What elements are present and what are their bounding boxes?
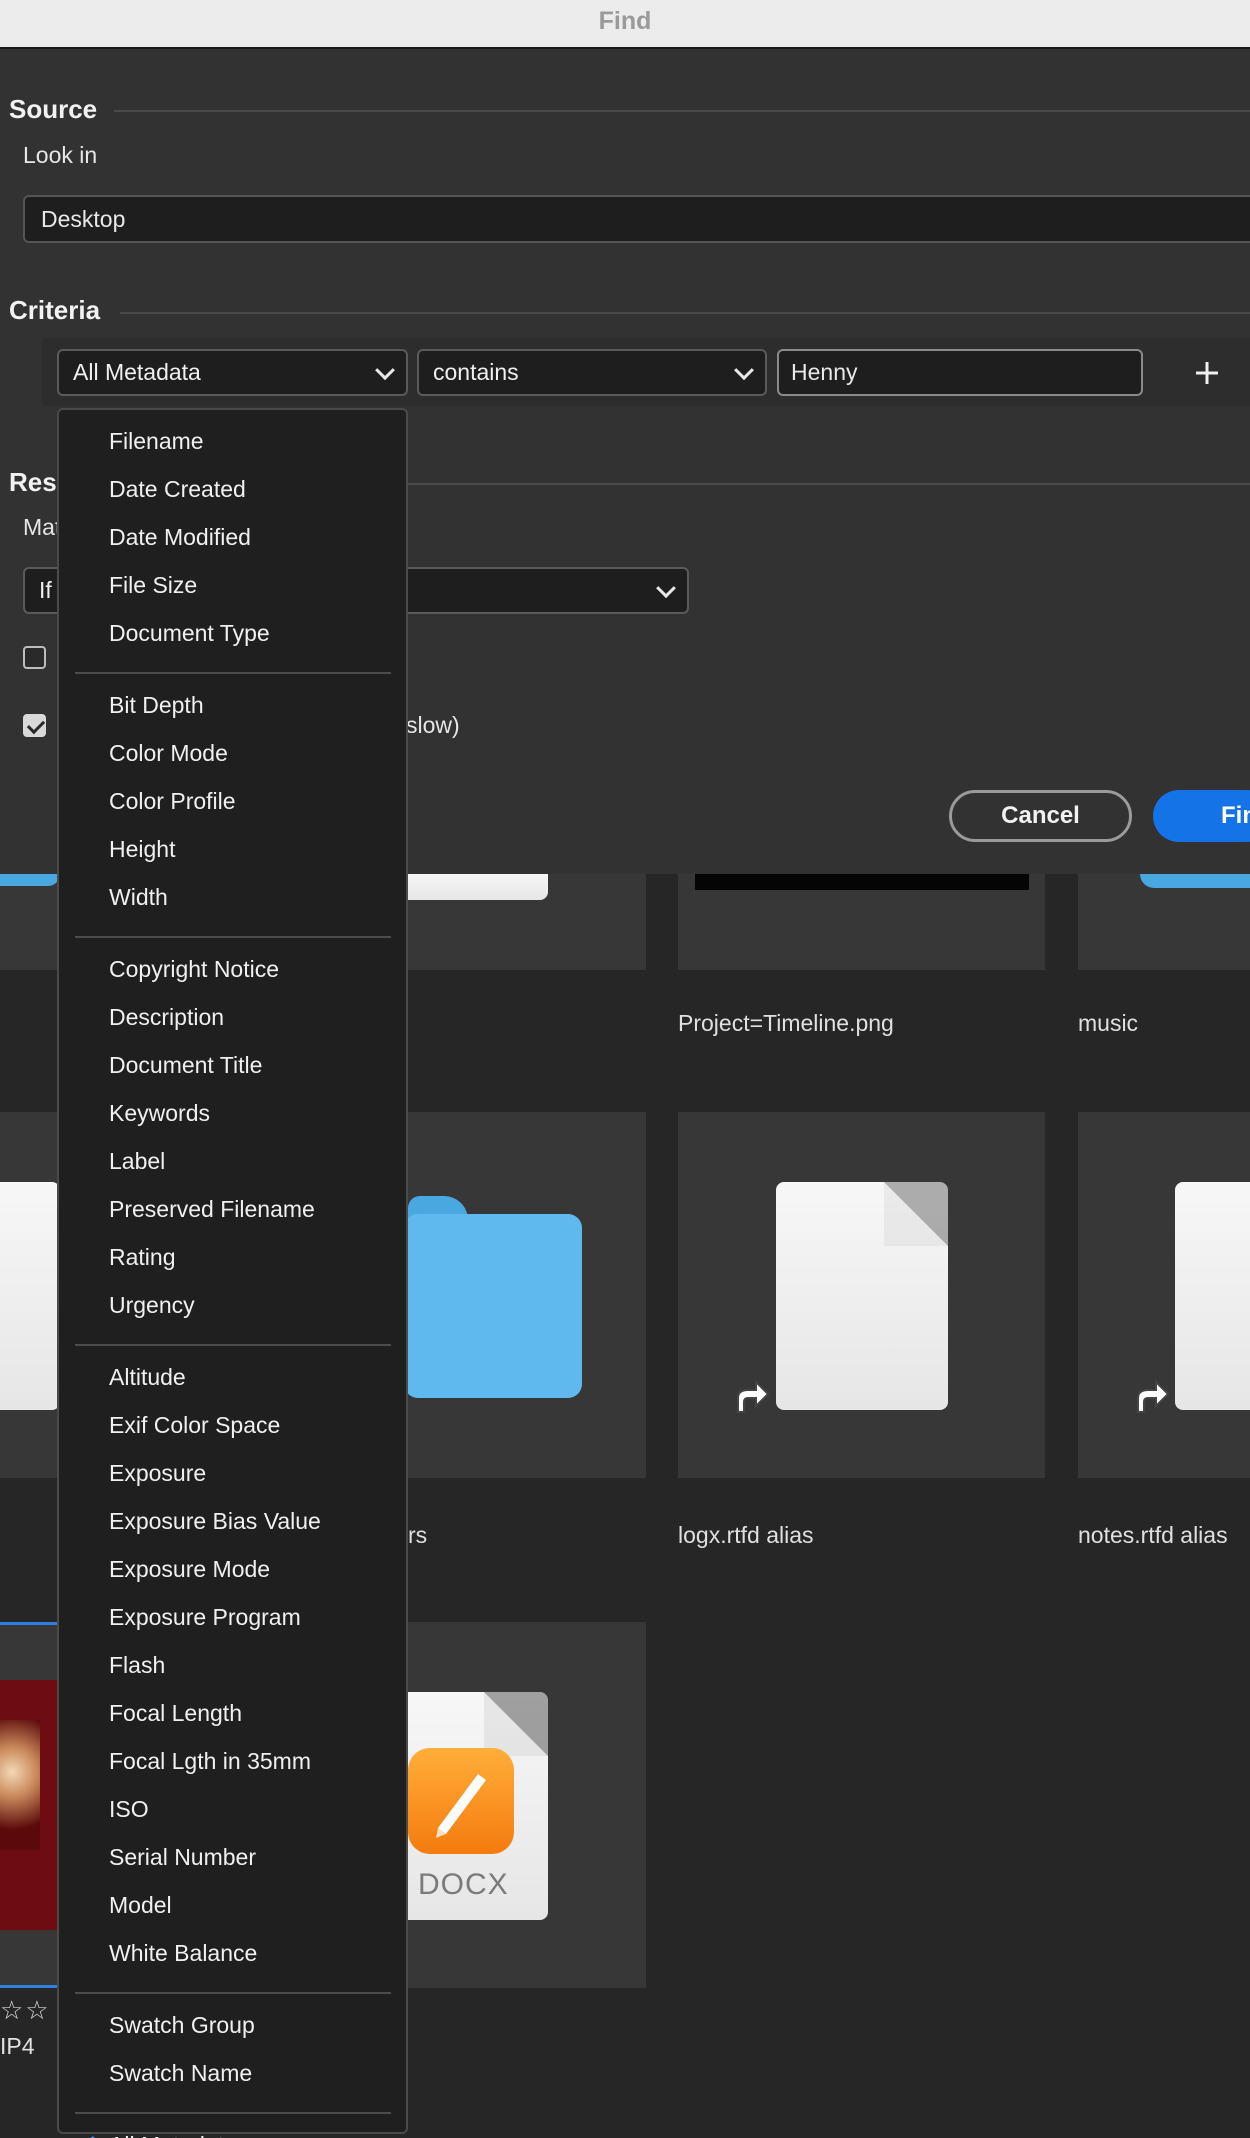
file-label[interactable]: logx.rtfd alias xyxy=(678,1522,814,1549)
menu-item-preserved-filename[interactable]: Preserved Filename xyxy=(109,1196,315,1223)
page-fold xyxy=(484,1692,548,1756)
folder-thumbnail xyxy=(1140,874,1250,888)
include-non-indexed-checkbox[interactable] xyxy=(23,714,46,737)
match-select-value: If xyxy=(39,577,52,603)
menu-separator xyxy=(75,1344,391,1346)
menu-item-model[interactable]: Model xyxy=(109,1892,172,1919)
menu-item-white-balance[interactable]: White Balance xyxy=(109,1940,257,1967)
plus-icon[interactable] xyxy=(1194,360,1220,386)
results-divider xyxy=(408,483,1250,485)
source-heading: Source xyxy=(9,94,98,124)
source-divider xyxy=(114,110,1250,112)
criteria-field-select[interactable]: All Metadata xyxy=(57,349,408,396)
video-thumbnail xyxy=(0,1680,60,1930)
menu-item-document-title[interactable]: Document Title xyxy=(109,1052,262,1079)
criteria-text-input[interactable]: Henny xyxy=(777,349,1143,396)
docx-badge: DOCX xyxy=(418,1868,509,1901)
chevron-down-icon xyxy=(375,359,395,380)
menu-item-all-metadata[interactable]: All Metadata xyxy=(109,2132,237,2138)
look-in-label: Look in xyxy=(23,142,98,168)
chevron-down-icon xyxy=(656,577,676,598)
menu-item-keywords[interactable]: Keywords xyxy=(109,1100,210,1127)
menu-item-file-size[interactable]: File Size xyxy=(109,572,197,599)
look-in-select[interactable]: Desktop xyxy=(23,195,1250,243)
document-thumbnail xyxy=(400,874,548,900)
menu-item-width[interactable]: Width xyxy=(109,884,168,911)
criteria-divider xyxy=(120,312,1250,314)
criteria-text-value: Henny xyxy=(791,359,858,385)
menu-item-exposure-bias-value[interactable]: Exposure Bias Value xyxy=(109,1508,321,1535)
menu-item-bit-depth[interactable]: Bit Depth xyxy=(109,692,204,719)
menu-item-color-mode[interactable]: Color Mode xyxy=(109,740,228,767)
dialog-titlebar: Find xyxy=(0,0,1250,49)
criteria-heading: Criteria xyxy=(9,295,101,325)
page-fold xyxy=(884,1182,948,1246)
menu-item-altitude[interactable]: Altitude xyxy=(109,1364,186,1391)
folder-thumbnail xyxy=(0,874,60,886)
menu-item-iso[interactable]: ISO xyxy=(109,1796,149,1823)
menu-item-document-type[interactable]: Document Type xyxy=(109,620,270,647)
dialog-title: Find xyxy=(598,7,652,35)
pages-app-icon xyxy=(408,1748,514,1854)
file-label[interactable]: music xyxy=(1078,1010,1138,1037)
menu-item-exposure-program[interactable]: Exposure Program xyxy=(109,1604,301,1631)
include-subfolders-checkbox[interactable] xyxy=(23,646,46,669)
include-non-indexed-label: slow) xyxy=(406,712,460,738)
image-thumbnail xyxy=(695,874,1029,890)
menu-item-flash[interactable]: Flash xyxy=(109,1652,165,1679)
menu-separator xyxy=(75,936,391,938)
menu-separator xyxy=(75,2112,391,2114)
menu-item-swatch-name[interactable]: Swatch Name xyxy=(109,2060,252,2087)
rating-stars[interactable]: ☆☆ xyxy=(0,1995,51,2026)
menu-item-rating[interactable]: Rating xyxy=(109,1244,175,1271)
criteria-operator-value: contains xyxy=(433,359,519,385)
alias-arrow-icon xyxy=(1137,1379,1170,1413)
menu-item-color-profile[interactable]: Color Profile xyxy=(109,788,236,815)
chevron-down-icon xyxy=(734,359,754,380)
menu-item-date-created[interactable]: Date Created xyxy=(109,476,246,503)
menu-item-copyright-notice[interactable]: Copyright Notice xyxy=(109,956,279,983)
menu-separator xyxy=(75,672,391,674)
menu-item-label[interactable]: Label xyxy=(109,1148,165,1175)
file-label[interactable]: Project=Timeline.png xyxy=(678,1010,894,1037)
menu-item-height[interactable]: Height xyxy=(109,836,175,863)
match-label: Mat xyxy=(23,514,62,540)
menu-item-urgency[interactable]: Urgency xyxy=(109,1292,195,1319)
menu-item-focal-length[interactable]: Focal Length xyxy=(109,1700,242,1727)
criteria-operator-select[interactable]: contains xyxy=(417,349,767,396)
menu-separator xyxy=(75,1992,391,1994)
menu-item-serial-number[interactable]: Serial Number xyxy=(109,1844,256,1871)
menu-item-exposure[interactable]: Exposure xyxy=(109,1460,206,1487)
document-icon xyxy=(1175,1182,1250,1410)
menu-item-focal-lgth-in-35mm[interactable]: Focal Lgth in 35mm xyxy=(109,1748,311,1775)
menu-item-exposure-mode[interactable]: Exposure Mode xyxy=(109,1556,270,1583)
metadata-field-menu: Filename Date Created Date Modified File Si… xyxy=(57,408,408,2138)
menu-item-swatch-group[interactable]: Swatch Group xyxy=(109,2012,255,2039)
cancel-button[interactable]: Cancel xyxy=(949,790,1132,842)
document-thumbnail xyxy=(0,1182,60,1410)
menu-item-date-modified[interactable]: Date Modified xyxy=(109,524,251,551)
criteria-field-value: All Metadata xyxy=(73,359,201,385)
file-label[interactable]: IP4 xyxy=(0,2033,35,2060)
menu-item-description[interactable]: Description xyxy=(109,1004,224,1031)
file-label[interactable]: notes.rtfd alias xyxy=(1078,1522,1228,1549)
thumbnail-tile[interactable] xyxy=(1078,874,1250,970)
look-in-value: Desktop xyxy=(41,205,126,232)
menu-item-filename[interactable]: Filename xyxy=(109,428,204,455)
find-button[interactable]: Fin xyxy=(1153,790,1250,842)
file-label[interactable]: rs xyxy=(408,1522,427,1549)
menu-item-exif-color-space[interactable]: Exif Color Space xyxy=(109,1412,280,1439)
folder-icon xyxy=(404,1214,582,1398)
alias-arrow-icon xyxy=(737,1379,770,1413)
